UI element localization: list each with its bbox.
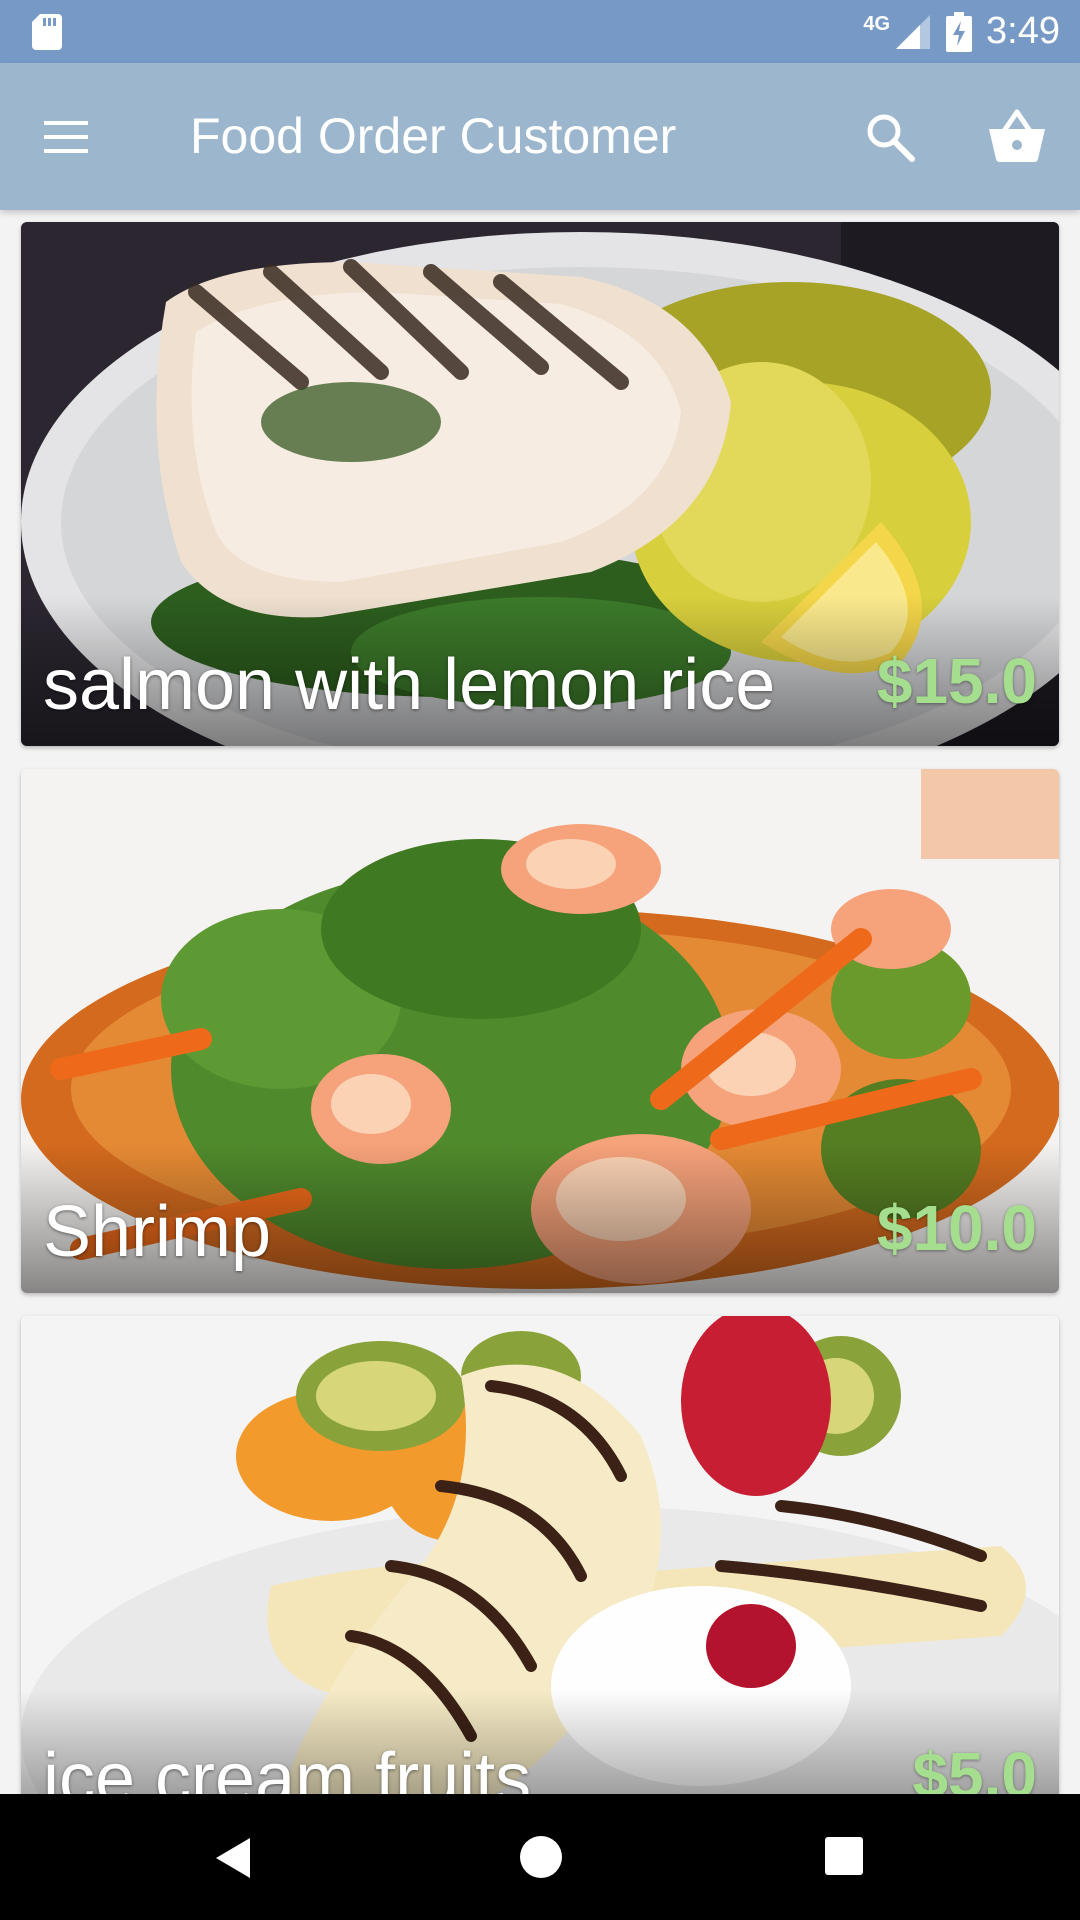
status-bar: 4G 3:49 xyxy=(0,0,1080,63)
recents-icon[interactable] xyxy=(824,1836,864,1876)
food-list[interactable]: salmon with lemon rice $15.0 Shrimp $10.… xyxy=(0,210,1080,1794)
food-card-ice-cream[interactable]: ice cream fruits $5.0 xyxy=(21,1316,1059,1794)
search-icon[interactable] xyxy=(862,109,918,165)
food-card-shrimp[interactable]: Shrimp $10.0 xyxy=(21,769,1059,1293)
clock: 3:49 xyxy=(986,10,1060,52)
battery-charging-icon xyxy=(946,11,973,52)
navigation-bar xyxy=(0,1794,1080,1920)
home-icon[interactable] xyxy=(518,1834,564,1880)
app-title: Food Order Customer xyxy=(190,108,677,164)
back-icon[interactable] xyxy=(210,1834,256,1882)
food-name: Shrimp xyxy=(43,1192,272,1272)
food-price: $10.0 xyxy=(876,1192,1037,1264)
basket-icon[interactable] xyxy=(986,105,1048,167)
network-type: 4G xyxy=(863,13,891,35)
menu-icon[interactable] xyxy=(38,109,94,165)
food-price: $15.0 xyxy=(876,645,1037,717)
signal-icon xyxy=(896,14,931,49)
app-bar: Food Order Customer xyxy=(0,63,1080,210)
food-price: $5.0 xyxy=(912,1739,1037,1794)
food-name: ice cream fruits xyxy=(43,1739,532,1794)
food-card-salmon[interactable]: salmon with lemon rice $15.0 xyxy=(21,222,1059,746)
sd-card-icon xyxy=(32,14,62,50)
food-name: salmon with lemon rice xyxy=(43,645,776,725)
